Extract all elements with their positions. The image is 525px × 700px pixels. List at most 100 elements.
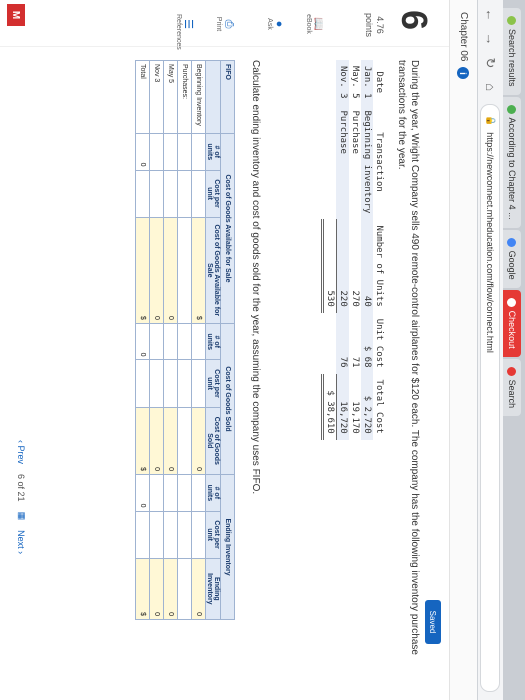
cell-empty: [135, 170, 150, 218]
cell-empty: [177, 511, 192, 559]
value-zero: 0: [195, 612, 202, 616]
references-icon: ☰: [182, 19, 194, 29]
ask-label: Ask: [266, 18, 273, 30]
cell-empty: [323, 105, 337, 220]
ask-link[interactable]: ● Ask: [266, 14, 285, 34]
book-icon: 📖: [312, 17, 324, 31]
header-date: Date: [374, 71, 384, 94]
prev-button[interactable]: ‹ Prev: [17, 440, 27, 464]
cogs-value: 0: [163, 407, 178, 475]
tab-favicon-icon: [507, 366, 517, 376]
col-units: # of units: [205, 474, 221, 512]
table-total-row: 530 $ 38,610: [322, 60, 337, 440]
cell-date: May. 5: [350, 66, 360, 99]
cost-per-unit-input[interactable]: [163, 170, 178, 218]
units-input[interactable]: [163, 323, 178, 360]
next-label: Next: [16, 530, 27, 549]
prev-label: Prev: [16, 445, 27, 465]
url-field[interactable]: 🔒 https://newconnect.mheducation.com/flo…: [480, 104, 501, 692]
fifo-table: FIFO Cost of Goods Available for Sale Co…: [135, 60, 235, 620]
row-label: Nov 3: [149, 60, 164, 134]
group-ending-header: Ending Inventory: [220, 474, 235, 620]
value-zero: 0: [167, 467, 174, 472]
fifo-worksheet: FIFO Cost of Goods Available for Sale Co…: [135, 60, 235, 620]
cell-empty: [177, 359, 192, 408]
browser-tab-active[interactable]: Checkout: [503, 289, 521, 357]
browser-tab[interactable]: Search: [503, 358, 521, 417]
cost-per-unit-input[interactable]: [163, 511, 178, 559]
cost-per-unit-input[interactable]: [149, 359, 164, 408]
ebook-link[interactable]: 📖 eBook: [305, 14, 325, 34]
instructions: Calculate ending inventory and cost of g…: [250, 60, 261, 495]
cost-per-unit-input[interactable]: [149, 511, 164, 559]
row-label: May 5: [163, 60, 178, 134]
cell-empty: [135, 359, 150, 408]
points-block: 4.76 points: [363, 5, 385, 45]
cogas-value: 0: [149, 217, 164, 324]
total-cogas: $: [135, 217, 150, 324]
cogas-value: $: [191, 217, 206, 324]
total-units: 0: [135, 323, 150, 360]
fifo-group-header-row: FIFO Cost of Goods Available for Sale Co…: [220, 60, 235, 620]
fifo-title: FIFO: [220, 60, 235, 134]
cell-total: 16,720: [338, 401, 348, 434]
home-icon[interactable]: ⌂: [483, 80, 498, 94]
cell-transaction: Purchase: [337, 110, 348, 154]
browser-tab-bar: Search results According to Chapter 4 ..…: [503, 0, 525, 700]
ending-value: 0: [163, 558, 178, 620]
next-button[interactable]: Next ›: [17, 530, 27, 554]
rotated-screen: Search results According to Chapter 4 ..…: [0, 0, 525, 700]
value-zero: 0: [195, 467, 202, 472]
references-link[interactable]: ☰ References: [175, 14, 195, 50]
row-label: Total: [135, 60, 150, 134]
cell-total: 19,170: [350, 401, 360, 434]
cost-per-unit-input[interactable]: [163, 359, 178, 408]
units-input[interactable]: [149, 133, 164, 171]
reload-icon[interactable]: ↻: [483, 56, 499, 70]
units-input[interactable]: [149, 323, 164, 360]
cell-transaction: Beginning inventory: [362, 110, 372, 214]
points-value: 4.76: [375, 16, 385, 34]
units-input[interactable]: [191, 474, 206, 512]
back-icon[interactable]: ←: [483, 8, 498, 22]
tab-label: Checkout: [507, 310, 517, 349]
print-link[interactable]: ⎙ Print: [215, 14, 235, 34]
header-units: Number of Units: [374, 225, 384, 307]
browser-tab[interactable]: Search results: [503, 8, 521, 95]
value-zero: 0: [139, 352, 146, 357]
forward-icon[interactable]: →: [483, 32, 498, 46]
cell-empty: [177, 170, 192, 218]
info-icon[interactable]: i: [457, 67, 470, 80]
units-input[interactable]: [163, 133, 178, 171]
browser-tab[interactable]: According to Chapter 4 ...: [503, 96, 521, 228]
page-indicator: 6 of 21: [17, 474, 27, 502]
grid-icon[interactable]: ▦: [16, 512, 27, 521]
tab-favicon-icon: [507, 297, 517, 307]
cell-empty: [177, 558, 192, 620]
browser-address-bar: ← → ↻ ⌂ 🔒 https://newconnect.mheducation…: [477, 0, 503, 700]
cost-per-unit-input[interactable]: [191, 170, 206, 218]
references-label: References: [175, 14, 182, 50]
value-zero: 0: [153, 316, 160, 320]
saved-button[interactable]: Saved: [425, 600, 441, 644]
table-header-row: Date Transaction Number of Units Unit Co…: [373, 60, 385, 440]
currency-symbol: $: [139, 467, 146, 472]
group-available-header: Cost of Goods Available for Sale: [220, 133, 235, 324]
units-input[interactable]: [163, 474, 178, 512]
cost-per-unit-input[interactable]: [191, 511, 206, 559]
cell-total-cost: $ 38,610: [322, 373, 337, 440]
cell-total-units: 530: [322, 219, 337, 313]
cell-empty: [323, 60, 337, 105]
units-input[interactable]: [191, 133, 206, 171]
pagination: ‹ Prev 6 of 21 ▦ Next ›: [16, 440, 28, 554]
cost-per-unit-input[interactable]: [149, 170, 164, 218]
browser-tab[interactable]: Google: [503, 229, 521, 288]
cogs-value: 0: [191, 407, 206, 475]
units-input[interactable]: [191, 323, 206, 360]
cell-empty: [177, 474, 192, 512]
cost-per-unit-input[interactable]: [191, 359, 206, 408]
ending-value: 0: [191, 558, 206, 620]
group-sold-header: Cost of Goods Sold: [220, 323, 235, 475]
units-input[interactable]: [149, 474, 164, 512]
chat-icon: ●: [273, 20, 285, 28]
